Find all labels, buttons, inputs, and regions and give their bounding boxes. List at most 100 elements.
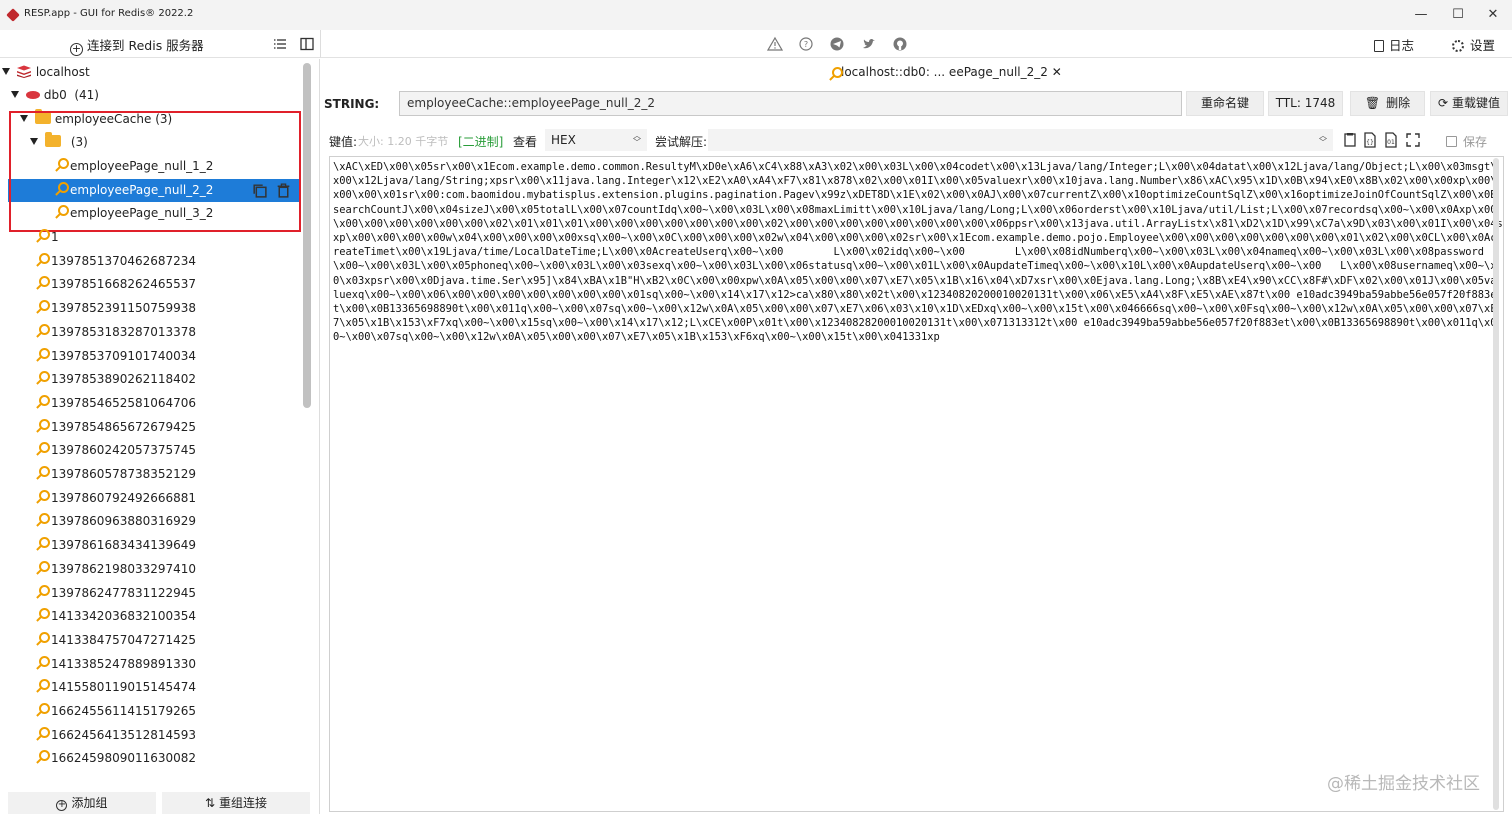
tree-key-item[interactable]: 1397851370462687234 [0, 250, 316, 273]
tree-server-localhost[interactable]: localhost [0, 61, 316, 84]
list-view-icon[interactable] [272, 36, 288, 52]
tree-key-item[interactable]: 1662455611415179265 [0, 700, 316, 723]
tree-key-item[interactable]: 1662459809011630082 [0, 747, 316, 770]
settings-button[interactable]: 设置 [1452, 35, 1495, 54]
telegram-icon[interactable] [829, 36, 845, 52]
tree-db0[interactable]: db0 (41) [0, 84, 316, 107]
value-editor-text[interactable]: \xAC\xED\x00\x05sr\x00\x1Ecom.example.de… [330, 157, 1503, 345]
plus-circle-icon: + [70, 42, 83, 56]
twitter-icon[interactable] [861, 36, 877, 52]
tree-key-item[interactable]: 1 [0, 226, 316, 249]
tree-key-item[interactable]: 1397862198033297410 [0, 558, 316, 581]
expand-arrow-icon[interactable] [30, 138, 38, 145]
key-icon [33, 442, 50, 456]
export-file-icon[interactable]: 01 [1383, 132, 1399, 148]
tree-key-item[interactable]: 1397853890262118402 [0, 368, 316, 391]
db-name: db0 [43, 88, 67, 102]
tree-key-item[interactable]: 1397851668262465537 [0, 273, 316, 296]
value-editor[interactable]: \xAC\xED\x00\x05sr\x00\x1Ecom.example.de… [329, 156, 1504, 812]
chevron-updown-icon: ︿ ﹀ [633, 131, 641, 147]
copy-value-icon[interactable] [1342, 132, 1358, 148]
tree-key-item[interactable]: 1413342036832100354 [0, 605, 316, 628]
tree-key-nested-selected[interactable]: employeePage_null_2_2 [8, 179, 300, 202]
expand-arrow-icon[interactable] [11, 91, 19, 98]
tree-key-item[interactable]: 1397854865672679425 [0, 416, 316, 439]
sidebar-scrollbar[interactable] [303, 63, 311, 408]
tree-key-item[interactable]: 1413385247889891330 [0, 653, 316, 676]
sort-icon: ⇅ [204, 796, 216, 810]
key-icon [33, 631, 50, 646]
panel-toggle-icon[interactable] [299, 36, 315, 52]
connect-redis-button[interactable]: + 连接到 Redis 服务器 [70, 35, 204, 56]
logs-button[interactable]: 日志 [1374, 35, 1414, 54]
key-name: 1397851668262465537 [51, 277, 197, 292]
key-icon [33, 560, 50, 575]
top-toolbar: ? 日志 设置 [320, 30, 1512, 58]
key-name: 1397853890262118402 [51, 372, 197, 387]
tree-key-item[interactable]: 1397853183287013378 [0, 321, 316, 344]
tree-key-nested[interactable]: employeePage_null_1_2 [0, 155, 316, 178]
format-json-icon[interactable]: {} [1362, 132, 1378, 148]
copy-icon[interactable] [251, 182, 268, 199]
key-icon [33, 371, 50, 385]
rename-key-button[interactable]: 重命名键 [1186, 91, 1264, 116]
tree-key-item[interactable]: 1397860792492666881 [0, 487, 316, 510]
key-icon [33, 394, 50, 409]
delete-label: 删除 [1386, 96, 1411, 110]
tree-key-item[interactable]: 1397852391150759938 [0, 297, 316, 320]
tree-key-item[interactable]: 1662456413512814593 [0, 724, 316, 747]
warning-icon[interactable] [767, 36, 783, 52]
title-bar: RESP.app - GUI for Redis® 2022.2 — ☐ ✕ [0, 0, 1512, 30]
tree-subfolder[interactable]: (3) [0, 131, 316, 154]
tab-bar: localhost::db0: ... eePage_null_2_2 ✕ [321, 59, 1512, 87]
maximize-button[interactable]: ☐ [1447, 4, 1469, 26]
redis-server-icon [16, 65, 31, 78]
tab-close-icon[interactable]: ✕ [1052, 65, 1062, 79]
tree-key-item[interactable]: 1397860963880316929 [0, 510, 316, 533]
decompress-select[interactable]: ︿ ﹀ [708, 129, 1333, 151]
delete-key-button[interactable]: 🗑 删除 [1350, 91, 1425, 116]
save-button[interactable]: 保存 [1446, 133, 1487, 150]
tree-key-item[interactable]: 1413384757047271425 [0, 629, 316, 652]
key-name: 1397852391150759938 [51, 301, 197, 316]
tree-folder-employeecache[interactable]: employeeCache (3) [0, 108, 316, 131]
tree-key-nested[interactable]: employeePage_null_3_2 [0, 202, 316, 225]
ttl-button[interactable]: TTL: 1748 [1268, 91, 1343, 116]
folder-icon [44, 132, 61, 147]
tree-key-item[interactable]: 1397860578738352129 [0, 463, 316, 486]
tree-key-item[interactable]: 1415580119015145474 [0, 676, 316, 699]
tree-key-item[interactable]: 1397860242057375745 [0, 439, 316, 462]
tree-key-item[interactable]: 1397853709101740034 [0, 345, 316, 368]
expand-arrow-icon[interactable] [2, 68, 10, 75]
help-icon[interactable]: ? [798, 36, 814, 52]
tree-key-item[interactable]: 1397862477831122945 [0, 582, 316, 605]
key-icon [52, 205, 69, 219]
key-name-field[interactable]: employeeCache::employeePage_null_2_2 [399, 91, 1182, 116]
view-mode-select[interactable]: HEX ︿ ﹀ [545, 129, 647, 151]
editor-scrollbar[interactable] [1493, 158, 1499, 810]
connect-label: 连接到 Redis 服务器 [87, 38, 204, 53]
regroup-connections-button[interactable]: ⇅ 重组连接 [162, 792, 310, 814]
tree-key-item[interactable]: 1397854652581064706 [0, 392, 316, 415]
reload-key-button[interactable]: ⟳ 重载键值 [1430, 91, 1508, 116]
key-name: 1397851370462687234 [51, 253, 197, 268]
key-icon [52, 182, 69, 196]
trash-icon[interactable] [275, 182, 292, 199]
key-icon [33, 347, 50, 362]
decompress-label: 尝试解压: [655, 135, 708, 149]
trash-icon: 🗑 [1364, 96, 1381, 110]
github-icon[interactable] [892, 36, 908, 52]
key-name: employeePage_null_1_2 [70, 159, 214, 173]
key-name: 1397853709101740034 [51, 348, 197, 363]
tree-key-item[interactable]: 1397861683434139649 [0, 534, 316, 557]
add-group-button[interactable]: + 添加组 [8, 792, 156, 814]
key-icon [33, 537, 50, 551]
expand-arrow-icon[interactable] [20, 115, 28, 122]
minimize-button[interactable]: — [1410, 4, 1432, 26]
watermark-text: @稀土掘金技术社区 [1327, 774, 1480, 794]
fullscreen-icon[interactable] [1405, 132, 1421, 148]
key-icon [33, 300, 50, 314]
tab-key-employeepage[interactable]: localhost::db0: ... eePage_null_2_2 ✕ [826, 65, 1062, 79]
value-label: 键值: [329, 135, 358, 149]
close-window-button[interactable]: ✕ [1482, 4, 1504, 26]
